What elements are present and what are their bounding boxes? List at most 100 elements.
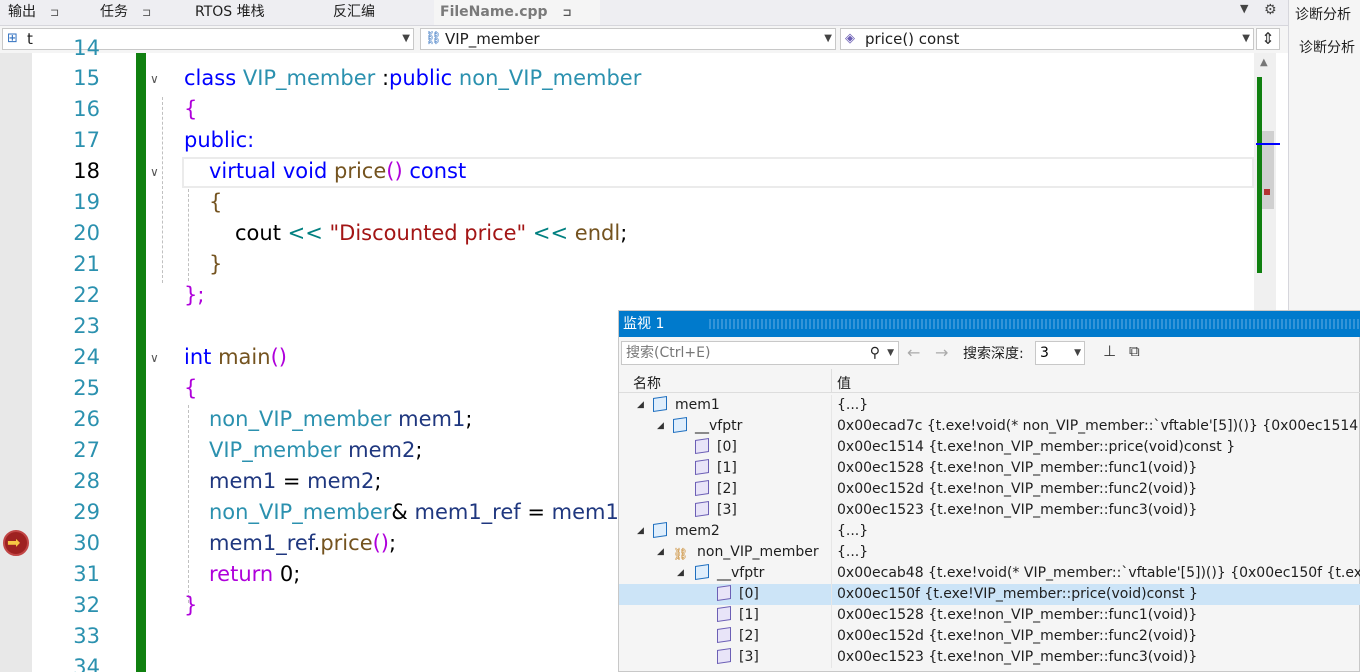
- watch-row[interactable]: ◢ __vfptr 0x00ecab48 {t.exe!void(* VIP_m…: [619, 563, 1360, 584]
- blue-object-icon: [653, 522, 669, 539]
- purple-cube-icon: [695, 459, 711, 476]
- line-number: 29: [73, 500, 100, 524]
- watch-row[interactable]: [0] 0x00ec1514 {t.exe!non_VIP_member::pr…: [619, 437, 1360, 458]
- column-name-header[interactable]: 名称: [633, 373, 661, 393]
- token: endl: [574, 221, 621, 245]
- watch-row[interactable]: [3] 0x00ec1523 {t.exe!non_VIP_member::fu…: [619, 647, 1360, 668]
- watch-row-selected[interactable]: [0] 0x00ec150f {t.exe!VIP_member::price(…: [619, 584, 1360, 605]
- watch-row-value: {...}: [837, 397, 869, 413]
- arrow-right-icon[interactable]: →: [935, 343, 948, 362]
- watch-row[interactable]: ◢ mem2 {...}: [619, 521, 1360, 542]
- expand-triangle-icon[interactable]: ◢: [657, 542, 664, 563]
- purple-cube-icon: [695, 438, 711, 455]
- line-number: 15: [73, 66, 100, 90]
- watch-row-name: [2]: [739, 628, 759, 644]
- tab-tasks[interactable]: 任务 ⊐: [100, 0, 151, 25]
- token: VIP_member: [242, 66, 376, 90]
- code-line: 14: [0, 33, 1256, 64]
- token: main: [218, 345, 271, 369]
- token: (): [270, 345, 287, 369]
- scroll-up-icon[interactable]: ▲: [1260, 57, 1268, 68]
- watch-row[interactable]: [1] 0x00ec1528 {t.exe!non_VIP_member::fu…: [619, 605, 1360, 626]
- watch-row[interactable]: ◢ ⛓ non_VIP_member {...}: [619, 542, 1360, 563]
- watch-row-value: 0x00ecab48 {t.exe!void(* VIP_member::`vf…: [837, 565, 1360, 581]
- watch-row-value: 0x00ec1523 {t.exe!non_VIP_member::func3(…: [837, 502, 1198, 518]
- purple-cube-icon: [717, 585, 733, 602]
- watch-row[interactable]: ◢ mem1 {...}: [619, 395, 1360, 416]
- code-line: 19 {: [0, 187, 1256, 218]
- expand-triangle-icon[interactable]: ◢: [637, 521, 644, 542]
- watch-row-value: 0x00ec152d {t.exe!non_VIP_member::func2(…: [837, 481, 1198, 497]
- collapse-chevron-icon[interactable]: ∨: [150, 165, 159, 179]
- watch-row-name: [0]: [717, 439, 737, 455]
- watch-row[interactable]: ◢ __vfptr 0x00ecad7c {t.exe!void(* non_V…: [619, 416, 1360, 437]
- code-text: virtual void price() const: [209, 156, 466, 187]
- expand-triangle-icon[interactable]: ◢: [637, 395, 644, 416]
- token: <<: [532, 221, 569, 245]
- watch-window[interactable]: 监视 1 搜索(Ctrl+E) ⚲ ▼ ← → 搜索深度: 3 ▼ ⊥ ⧉ 名称…: [618, 310, 1360, 672]
- watch-row[interactable]: [2] 0x00ec152d {t.exe!non_VIP_member::fu…: [619, 479, 1360, 500]
- watch-title-bar[interactable]: 监视 1: [619, 311, 1360, 337]
- token: class: [184, 66, 237, 90]
- tab-rtos-stack[interactable]: RTOS 堆栈: [195, 0, 265, 25]
- purple-cube-icon: [717, 627, 733, 644]
- token: (): [386, 159, 403, 183]
- watch-row[interactable]: [2] 0x00ec152d {t.exe!non_VIP_member::fu…: [619, 626, 1360, 647]
- code-line: 18 ∨ virtual void price() const: [0, 156, 1256, 187]
- search-icon[interactable]: ⚲: [870, 342, 880, 364]
- token: mem1_ref: [414, 500, 521, 524]
- token: ;: [620, 221, 628, 245]
- line-number: 34: [73, 655, 100, 672]
- token: mem1_ref: [209, 531, 314, 555]
- purple-cube-icon: [695, 501, 711, 518]
- side-panel-item[interactable]: 诊断分析: [1299, 37, 1355, 57]
- watch-row-value: 0x00ec1523 {t.exe!non_VIP_member::func3(…: [837, 649, 1198, 665]
- collapse-chevron-icon[interactable]: ∨: [150, 72, 159, 86]
- token: ;: [374, 469, 382, 493]
- chevron-down-icon[interactable]: ▼: [887, 342, 894, 364]
- watch-row[interactable]: [3] 0x00ec1523 {t.exe!non_VIP_member::fu…: [619, 500, 1360, 521]
- collapse-chevron-icon[interactable]: ∨: [150, 351, 159, 365]
- tab-disassembly[interactable]: 反汇编: [333, 0, 375, 25]
- expand-triangle-icon[interactable]: ◢: [677, 563, 684, 584]
- watch-row-name: [1]: [739, 607, 759, 623]
- token: non_VIP_member: [209, 407, 392, 431]
- pin-icon[interactable]: ⊥: [1103, 342, 1116, 360]
- code-line: 20 cout << "Discounted price" << endl;: [0, 218, 1256, 249]
- title-grip: [709, 319, 1359, 329]
- expand-triangle-icon[interactable]: ◢: [657, 416, 664, 437]
- watch-row-value: 0x00ec152d {t.exe!non_VIP_member::func2(…: [837, 628, 1198, 644]
- line-number: 25: [73, 376, 100, 400]
- pin-icon[interactable]: ⊐: [562, 6, 571, 19]
- chevron-down-icon[interactable]: ▼: [1240, 2, 1248, 15]
- tab-label: 输出: [8, 4, 36, 20]
- column-value-header[interactable]: 值: [837, 373, 851, 393]
- column-separator[interactable]: [831, 369, 832, 393]
- tab-output[interactable]: 输出 ⊐: [8, 0, 59, 25]
- token: mem2: [348, 438, 416, 462]
- watch-search-input[interactable]: 搜索(Ctrl+E) ⚲ ▼: [621, 341, 899, 365]
- chevron-down-icon[interactable]: ▼: [1074, 342, 1081, 364]
- tab-filename-cpp[interactable]: FileName.cpp ⊐ ✕: [434, 0, 600, 45]
- token: price: [320, 531, 373, 555]
- search-depth-value: 3: [1040, 345, 1049, 361]
- search-depth-select[interactable]: 3 ▼: [1035, 341, 1085, 365]
- code-text: class VIP_member :public non_VIP_member: [184, 63, 641, 94]
- code-line: 16 {: [0, 94, 1256, 125]
- gear-icon[interactable]: ⚙: [1264, 2, 1277, 18]
- view-format-icon[interactable]: ⧉: [1129, 342, 1140, 360]
- side-panel-title[interactable]: 诊断分析: [1295, 4, 1351, 24]
- arrow-left-icon[interactable]: ←: [907, 343, 920, 362]
- watch-row-name: non_VIP_member: [697, 544, 819, 560]
- code-text: {: [209, 190, 223, 214]
- pin-icon[interactable]: ⊐: [142, 6, 151, 19]
- watch-row[interactable]: [1] 0x00ec1528 {t.exe!non_VIP_member::fu…: [619, 458, 1360, 479]
- blue-object-icon: [695, 564, 711, 581]
- token: 0: [279, 562, 294, 586]
- watch-row-name: [2]: [717, 481, 737, 497]
- split-window-button[interactable]: ⇕: [1256, 28, 1280, 50]
- pin-icon[interactable]: ⊐: [50, 6, 59, 19]
